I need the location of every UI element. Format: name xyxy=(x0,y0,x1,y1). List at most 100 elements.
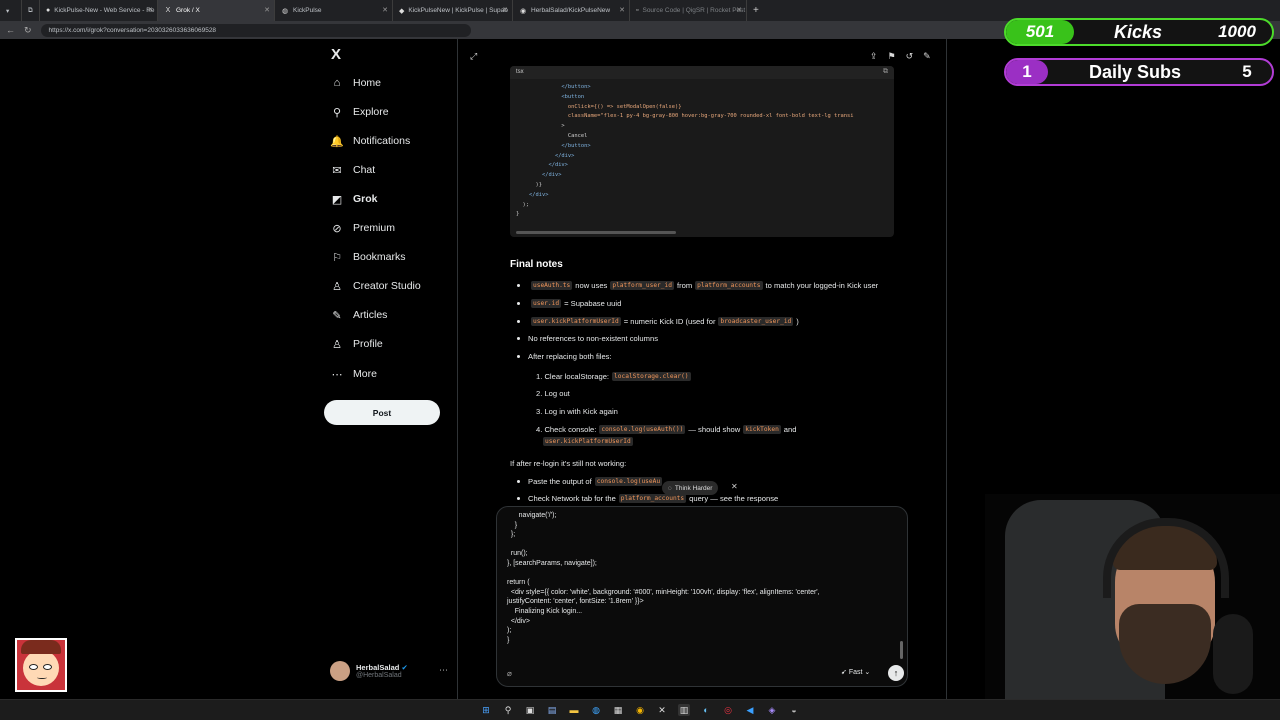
github-icon: ◉ xyxy=(519,7,527,15)
arrow-up-icon: ↑ xyxy=(893,668,899,678)
reload-icon[interactable]: ↻ xyxy=(24,25,32,36)
share-icon[interactable]: ⇪ xyxy=(870,51,878,62)
horizontal-scrollbar[interactable] xyxy=(516,231,676,234)
browser-tab[interactable]: ● KickPulse-New - Web Service - Re ✕ xyxy=(40,0,158,21)
obs-icon[interactable]: ◈ xyxy=(766,704,778,716)
search-icon: ⚲ xyxy=(332,106,342,119)
avatar xyxy=(330,661,350,681)
mail-icon: ✉ xyxy=(332,164,342,177)
sidebar-item-creator-studio[interactable]: ♙ Creator Studio xyxy=(330,279,421,293)
browser-tab[interactable]: ◍ KickPulse ✕ xyxy=(275,0,393,21)
tab-favicon-icon: ● xyxy=(46,7,51,14)
task-view-icon[interactable]: ▣ xyxy=(524,704,536,716)
copy-icon[interactable]: ⧉ xyxy=(883,68,888,76)
sidebar-item-label: Creator Studio xyxy=(353,280,421,292)
close-icon[interactable]: ✕ xyxy=(264,6,270,14)
close-icon[interactable]: ✕ xyxy=(147,6,153,14)
close-icon[interactable]: ✕ xyxy=(619,6,625,14)
sidebar-item-bookmarks[interactable]: ⚐ Bookmarks xyxy=(330,250,405,264)
code-line: )} xyxy=(516,181,542,188)
list-item: useAuth.ts now uses platform_user_id fro… xyxy=(517,281,878,290)
more-icon[interactable]: ⋯ xyxy=(439,665,448,676)
mode-selector[interactable]: ➹ Fast ⌄ xyxy=(841,668,870,676)
bookmark-icon: ⚐ xyxy=(332,251,342,264)
subs-goal: 5 xyxy=(1242,62,1252,81)
sidebar-item-label: Explore xyxy=(353,106,389,118)
code-line: </div> xyxy=(516,162,568,169)
app-icon[interactable]: ▥ xyxy=(678,704,690,716)
edge-icon[interactable]: ◍ xyxy=(590,704,602,716)
webcam-feed xyxy=(985,494,1280,700)
sidebar-item-label: More xyxy=(353,368,377,380)
step-item: 3. Log in with Kick again xyxy=(536,407,618,416)
sidebar-item-profile[interactable]: ♙ Profile xyxy=(330,337,383,351)
browser-tab[interactable]: ▫ Source Code | QigSR | Rocket Post ✕ xyxy=(630,0,747,21)
search-icon[interactable]: ⚲ xyxy=(502,704,514,716)
column-divider xyxy=(457,39,458,699)
screen-root: { "browser": { "tabs": [ {"label": "Kick… xyxy=(0,0,1280,720)
sidebar-item-home[interactable]: ⌂ Home xyxy=(330,76,381,90)
widgets-icon[interactable]: ▤ xyxy=(546,704,558,716)
new-chat-icon[interactable]: ✎ xyxy=(923,51,931,62)
code-line: </div> xyxy=(516,172,562,179)
browser-tab[interactable]: ◉ HerbalSalad/KickPulseNew ✕ xyxy=(513,0,630,21)
x-app-icon[interactable]: ✕ xyxy=(656,704,668,716)
tab-menu-icon[interactable]: ▾ xyxy=(0,0,22,21)
microphone xyxy=(1213,614,1253,694)
close-icon[interactable]: ✕ xyxy=(731,482,738,491)
step-item: 1. Clear localStorage: localStorage.clea… xyxy=(536,372,691,381)
chrome-icon[interactable]: ◉ xyxy=(634,704,646,716)
steam-icon[interactable]: ◐ xyxy=(700,704,712,716)
bell-icon: 🔔 xyxy=(330,135,344,148)
kicks-count: 501 xyxy=(1006,20,1074,44)
code-line: </div> xyxy=(516,152,575,159)
more-icon: ⋯ xyxy=(331,368,343,381)
app-icon[interactable]: ◎ xyxy=(722,704,734,716)
sidebar-item-premium[interactable]: ⊘ Premium xyxy=(330,221,395,235)
code-body: </button> <button onClick={() => setModa… xyxy=(510,79,894,224)
close-icon[interactable]: ✕ xyxy=(736,6,742,14)
browser-tab[interactable]: X Grok / X ✕ xyxy=(158,0,275,21)
section-heading: Final notes xyxy=(510,259,563,270)
sidebar-item-grok[interactable]: ◩ Grok xyxy=(330,192,378,206)
code-line: </button> xyxy=(516,142,591,149)
sidebar-item-chat[interactable]: ✉ Chat xyxy=(330,163,375,177)
vscode-icon[interactable]: ◀ xyxy=(744,704,756,716)
url-input[interactable]: https://x.com/i/grok?conversation=203032… xyxy=(40,23,471,37)
composer-text[interactable]: navigate('/'); } }; run(); }, [searchPar… xyxy=(507,511,820,645)
send-button[interactable]: ↑ xyxy=(888,665,904,681)
x-logo-icon[interactable]: X xyxy=(331,46,341,63)
sidebar-item-label: Home xyxy=(353,77,382,89)
store-icon[interactable]: ▦ xyxy=(612,704,624,716)
browser-tab[interactable]: ◆ KickPulseNew | KickPulse | Supab ✕ xyxy=(393,0,513,21)
subs-goal-overlay: 1 Daily Subs 5 xyxy=(1004,58,1274,86)
creator-icon: ♙ xyxy=(332,280,342,293)
new-tab-button[interactable]: + xyxy=(747,0,771,21)
close-icon[interactable]: ✕ xyxy=(382,6,388,14)
think-harder-button[interactable]: ◌ Think Harder xyxy=(662,481,719,495)
sidebar-item-articles[interactable]: ✎ Articles xyxy=(330,308,387,322)
expand-icon[interactable]: ⤢ xyxy=(470,51,477,62)
globe-icon: ◍ xyxy=(281,7,289,15)
sidebar-item-notifications[interactable]: 🔔 Notifications xyxy=(330,134,410,148)
attach-icon[interactable]: ⌀ xyxy=(507,669,512,678)
x-logo-icon: X xyxy=(165,7,171,14)
tab-actions-icon[interactable]: ⧉ xyxy=(22,0,40,21)
sidebar-item-label: Notifications xyxy=(353,135,411,147)
back-icon[interactable]: ← xyxy=(6,25,15,35)
sidebar-item-explore[interactable]: ⚲ Explore xyxy=(330,105,389,119)
post-button[interactable]: Post xyxy=(324,400,440,425)
account-switcher[interactable]: HerbalSalad ✔ @HerbalSalad ⋯ xyxy=(330,660,450,682)
close-icon[interactable]: ✕ xyxy=(502,6,508,14)
app-icon[interactable]: ◒ xyxy=(788,704,800,716)
prompt-composer[interactable]: navigate('/'); } }; run(); }, [searchPar… xyxy=(496,506,908,687)
tab-title: KickPulse-New - Web Service - Re xyxy=(54,7,155,14)
sidebar-item-more[interactable]: ⋯ More xyxy=(330,367,377,381)
folder-icon[interactable]: ▬ xyxy=(568,704,580,716)
vertical-scrollbar[interactable] xyxy=(900,641,903,659)
history-icon[interactable]: ↺ xyxy=(906,51,914,62)
code-line: </button> xyxy=(516,84,591,90)
windows-start-icon[interactable]: ⊞ xyxy=(480,704,492,716)
bookmark-icon[interactable]: ⚑ xyxy=(888,51,896,62)
code-line: onClick={() => setModalOpen(false)} xyxy=(516,103,682,110)
